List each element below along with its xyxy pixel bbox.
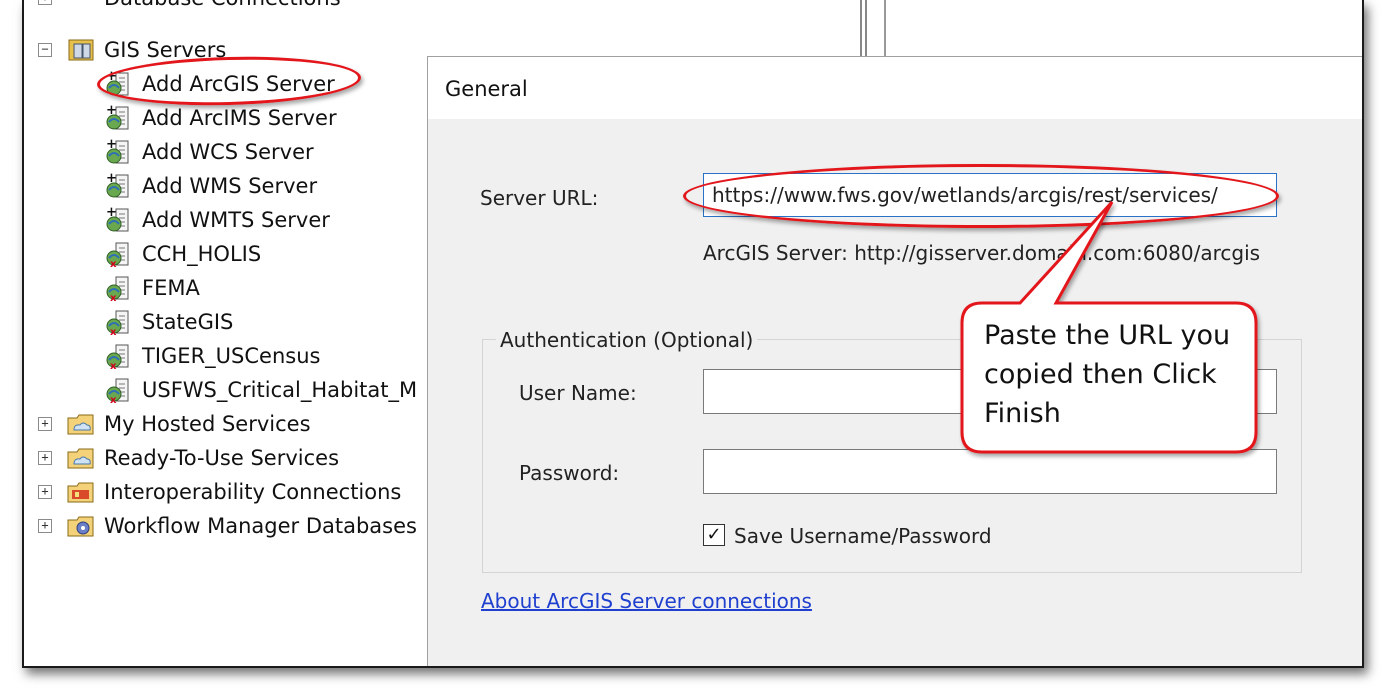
- callout-line: Finish: [984, 398, 1061, 429]
- callout-line: Paste the URL you: [984, 320, 1231, 351]
- callout-text: Paste the URL you copied then Click Fini…: [984, 316, 1254, 433]
- callout-line: copied then Click: [984, 359, 1217, 390]
